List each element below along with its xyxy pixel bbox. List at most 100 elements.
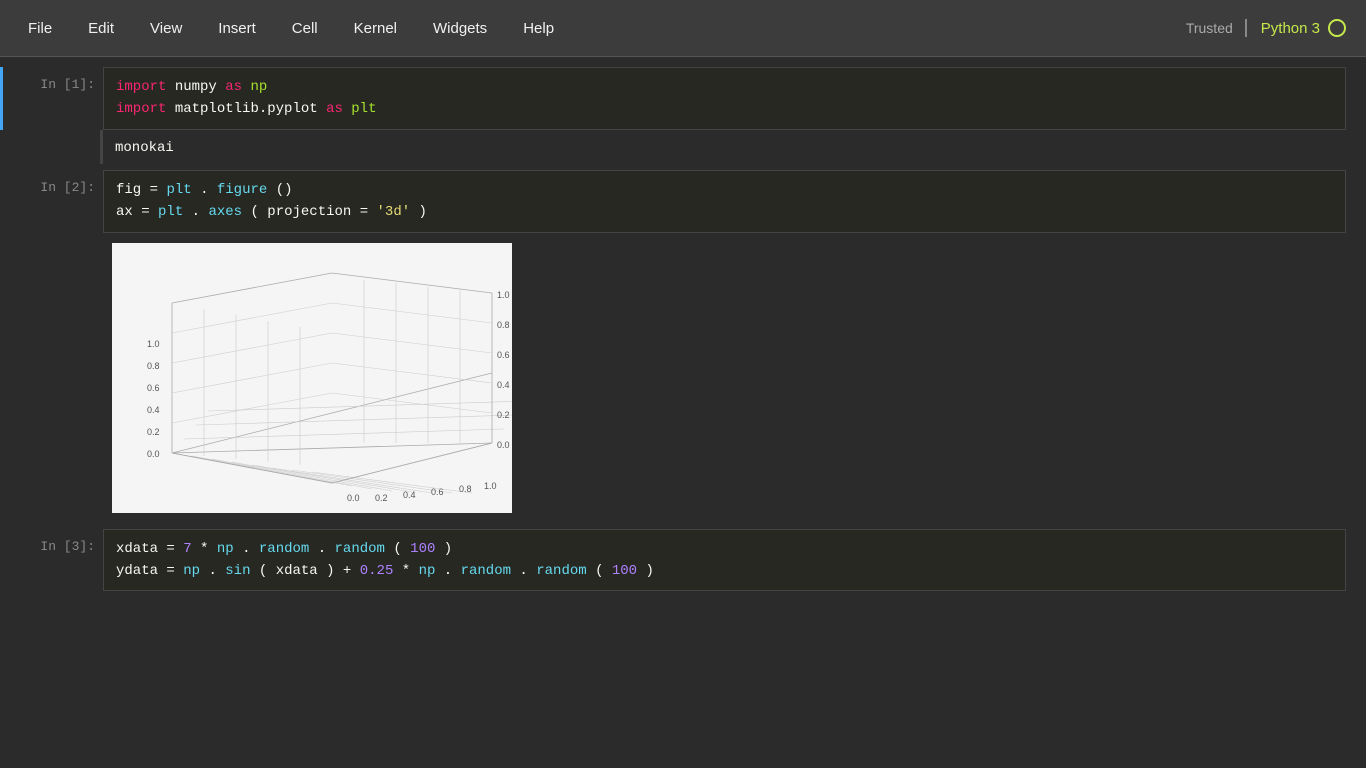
- svg-text:0.6: 0.6: [497, 350, 510, 360]
- op-eq-5: =: [166, 563, 183, 579]
- trusted-label: Trusted: [1186, 20, 1233, 36]
- cell-3-label: In [3]:: [3, 529, 103, 592]
- cell-1-line-1: import numpy as np: [116, 76, 1333, 98]
- output-1-row: monokai: [0, 130, 1346, 164]
- op-mul-2: *: [402, 563, 419, 579]
- menu-widgets[interactable]: Widgets: [415, 12, 505, 45]
- menu-help[interactable]: Help: [505, 12, 572, 45]
- nm-matplotlib: matplotlib.pyplot: [175, 101, 326, 117]
- cell-1[interactable]: In [1]: import numpy as np import matplo…: [0, 67, 1346, 130]
- output-1-body: monokai: [100, 130, 1346, 164]
- nm-numpy: numpy: [175, 79, 225, 95]
- menubar-right: Trusted Python 3: [1186, 19, 1346, 37]
- fn-random-3: random: [461, 563, 511, 579]
- menu-cell[interactable]: Cell: [274, 12, 336, 45]
- fn-sin: sin: [225, 563, 250, 579]
- cell-2-content[interactable]: fig = plt . figure () ax = plt . axes ( …: [103, 170, 1346, 233]
- cell-1-line-2: import matplotlib.pyplot as plt: [116, 98, 1333, 120]
- svg-text:0.8: 0.8: [459, 484, 472, 494]
- plot-svg: 0.0 0.2 0.4 0.6 0.8 1.0 0.0 0.2 0.4 0.6 …: [112, 243, 512, 513]
- svg-text:0.6: 0.6: [431, 487, 444, 497]
- kernel-status-icon: [1328, 19, 1346, 37]
- op-paren-7: ) +: [326, 563, 360, 579]
- op-paren-8: (: [595, 563, 603, 579]
- op-paren-9: ): [646, 563, 654, 579]
- keyword-as-2: as: [326, 101, 343, 117]
- output-2-body: 0.0 0.2 0.4 0.6 0.8 1.0 0.0 0.2 0.4 0.6 …: [100, 233, 1346, 523]
- fn-plt-2: plt: [158, 204, 183, 220]
- keyword-import-1: import: [116, 79, 166, 95]
- op-dot-7: .: [519, 563, 527, 579]
- cell-1-label: In [1]:: [3, 67, 103, 130]
- op-eq-2: =: [141, 204, 158, 220]
- svg-text:0.2: 0.2: [147, 427, 160, 437]
- svg-text:0.2: 0.2: [497, 410, 510, 420]
- fn-np-2: np: [183, 563, 200, 579]
- op-dot-3: .: [242, 541, 250, 557]
- kernel-indicator: Python 3: [1245, 19, 1346, 37]
- menubar: File Edit View Insert Cell Kernel Widget…: [0, 0, 1366, 57]
- cell-2-line-1: fig = plt . figure (): [116, 179, 1333, 201]
- svg-text:0.0: 0.0: [497, 440, 510, 450]
- keyword-as-1: as: [225, 79, 242, 95]
- svg-text:1.0: 1.0: [484, 481, 497, 491]
- num-025: 0.25: [360, 563, 394, 579]
- cell-2[interactable]: In [2]: fig = plt . figure () ax = plt .…: [0, 170, 1346, 233]
- cell-3-line-2: ydata = np . sin ( xdata ) + 0.25 * np .…: [116, 560, 1333, 582]
- svg-text:1.0: 1.0: [497, 290, 510, 300]
- nm-ydata: ydata: [116, 563, 158, 579]
- fn-random-2: random: [335, 541, 385, 557]
- svg-text:0.0: 0.0: [147, 449, 160, 459]
- op-eq-1: =: [150, 182, 167, 198]
- svg-text:0.8: 0.8: [147, 361, 160, 371]
- fn-random-1: random: [259, 541, 309, 557]
- output-2-row: 0.0 0.2 0.4 0.6 0.8 1.0 0.0 0.2 0.4 0.6 …: [0, 233, 1346, 523]
- menu-edit[interactable]: Edit: [70, 12, 132, 45]
- menu-kernel[interactable]: Kernel: [336, 12, 415, 45]
- op-paren-4: (: [393, 541, 401, 557]
- cell-3[interactable]: In [3]: xdata = 7 * np . random . random…: [0, 529, 1346, 592]
- menu-insert[interactable]: Insert: [200, 12, 274, 45]
- op-dot-1: .: [200, 182, 208, 198]
- output-1-text: monokai: [115, 140, 174, 156]
- op-paren-3: ): [419, 204, 427, 220]
- op-dot-5: .: [208, 563, 216, 579]
- fn-plt-1: plt: [166, 182, 191, 198]
- nm-fig: fig: [116, 182, 141, 198]
- op-dot-2: .: [192, 204, 200, 220]
- nm-projection: projection: [267, 204, 351, 220]
- cell-2-line-2: ax = plt . axes ( projection = '3d' ): [116, 201, 1333, 223]
- menu-items: File Edit View Insert Cell Kernel Widget…: [10, 12, 572, 45]
- output-2-label: [0, 233, 100, 523]
- menu-view[interactable]: View: [132, 12, 200, 45]
- nm-xdata-2: xdata: [276, 563, 318, 579]
- op-dot-6: .: [444, 563, 452, 579]
- op-paren-5: ): [444, 541, 452, 557]
- num-7: 7: [183, 541, 191, 557]
- nm-xdata: xdata: [116, 541, 158, 557]
- op-eq-3: =: [360, 204, 377, 220]
- mod-np: np: [250, 79, 267, 95]
- fn-random-4: random: [536, 563, 586, 579]
- cell-1-content[interactable]: import numpy as np import matplotlib.pyp…: [103, 67, 1346, 130]
- keyword-import-2: import: [116, 101, 166, 117]
- cell-3-content[interactable]: xdata = 7 * np . random . random ( 100 )…: [103, 529, 1346, 592]
- op-paren-2: (: [250, 204, 258, 220]
- fn-axes: axes: [208, 204, 242, 220]
- str-3d: '3d': [377, 204, 411, 220]
- svg-text:0.2: 0.2: [375, 493, 388, 503]
- cell-3-line-1: xdata = 7 * np . random . random ( 100 ): [116, 538, 1333, 560]
- menu-file[interactable]: File: [10, 12, 70, 45]
- num-100-1: 100: [410, 541, 435, 557]
- op-paren-1: (): [276, 182, 293, 198]
- op-paren-6: (: [259, 563, 267, 579]
- svg-text:1.0: 1.0: [147, 339, 160, 349]
- svg-text:0.8: 0.8: [497, 320, 510, 330]
- svg-text:0.4: 0.4: [497, 380, 510, 390]
- mod-plt: plt: [351, 101, 376, 117]
- svg-text:0.4: 0.4: [403, 490, 416, 500]
- 3d-plot: 0.0 0.2 0.4 0.6 0.8 1.0 0.0 0.2 0.4 0.6 …: [112, 243, 512, 513]
- svg-text:0.0: 0.0: [347, 493, 360, 503]
- fn-np-1: np: [217, 541, 234, 557]
- kernel-name: Python 3: [1261, 20, 1320, 37]
